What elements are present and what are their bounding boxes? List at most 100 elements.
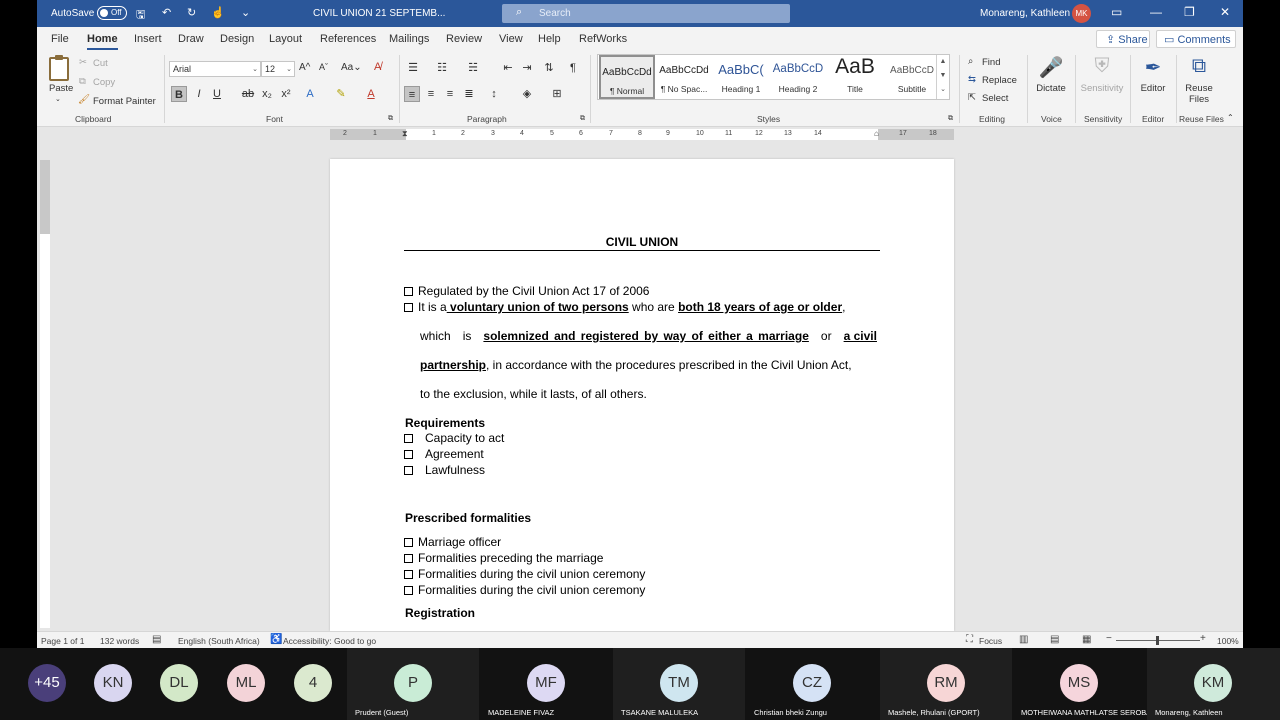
accessibility-icon[interactable]: ♿ [270,634,282,645]
shrink-font-icon[interactable]: Aˇ [319,62,328,72]
styles-scroll[interactable]: ▲ ▼ ⌄ [936,55,949,99]
align-left-icon[interactable]: ≡ [404,86,420,102]
font-color-icon[interactable]: A [363,86,379,102]
increase-indent-icon[interactable]: ⇥ [519,60,535,76]
tab-draw[interactable]: Draw [178,33,204,45]
right-indent-marker-icon[interactable]: ⌂ [874,129,879,138]
dictate-button[interactable]: 🎤 Dictate [1031,55,1071,94]
dialog-launcher-icon[interactable]: ⧉ [948,115,953,123]
reuse-files-button[interactable]: ⧉ Reuse Files [1179,55,1219,105]
search-box[interactable]: ⌕ Search [502,4,790,23]
language[interactable]: English (South Africa) [178,636,260,646]
focus-label[interactable]: Focus [979,636,1002,646]
sort-icon[interactable]: ⇅ [541,60,557,76]
font-size-box[interactable]: 12 ⌄ [261,61,295,77]
tab-file[interactable]: File [51,33,69,45]
chevron-down-icon[interactable]: ▼ [937,69,949,83]
replace-label[interactable]: Replace [982,75,1017,86]
shading-icon[interactable]: ◈ [519,86,535,102]
redo-icon[interactable]: ↻ [187,6,196,19]
proofing-icon[interactable]: ▤ [152,634,161,645]
subscript-icon[interactable]: x₂ [259,86,275,102]
style-heading-2[interactable]: AaBbCcD Heading 2 [770,55,826,99]
zoom-level[interactable]: 100% [1217,636,1239,646]
align-center-icon[interactable]: ≡ [423,86,439,102]
tab-help[interactable]: Help [538,33,561,45]
collapse-ribbon-icon[interactable]: ⌃ [1227,113,1234,122]
style-normal[interactable]: AaBbCcDd ¶ Normal [599,55,655,99]
comments-button[interactable]: ▭ Comments [1156,30,1236,48]
user-avatar[interactable]: MK [1072,4,1091,23]
participant-tile[interactable]: CZ Christian bheki Zungu [746,648,878,720]
save-icon[interactable]: 🖫 [136,6,145,25]
tab-layout[interactable]: Layout [269,33,302,45]
tab-mailings[interactable]: Mailings [389,33,429,45]
replace-icon[interactable]: ⇆ [968,74,976,85]
restore-icon[interactable]: ❐ [1184,5,1195,19]
tab-home[interactable]: Home [87,33,118,50]
tab-references[interactable]: References [320,33,376,45]
clear-formatting-icon[interactable]: A̸ [374,61,381,73]
multilevel-list-icon[interactable]: ☵ [465,60,481,76]
read-mode-icon[interactable]: ▥ [1019,634,1028,645]
vertical-ruler[interactable] [40,160,50,628]
more-styles-icon[interactable]: ⌄ [937,83,949,97]
participant-tile[interactable]: TM TSAKANE MALULEKA [613,648,745,720]
copy-label[interactable]: Copy [93,77,115,88]
copy-icon[interactable]: ⧉ [79,76,86,87]
participant-tile[interactable]: P Prudent (Guest) [347,648,479,720]
undo-icon[interactable]: ↶ [162,6,171,19]
participant-tile[interactable]: KN [80,648,146,720]
style-title[interactable]: AaB Title [827,55,883,99]
paste-label[interactable]: Paste [49,83,73,94]
customize-toolbar-icon[interactable]: ⌄ [241,6,250,19]
bullets-icon[interactable]: ☰ [405,60,421,76]
paste-icon[interactable] [49,55,69,81]
find-icon[interactable]: ⌕ [968,56,973,67]
tab-review[interactable]: Review [446,33,482,45]
touch-mode-icon[interactable]: ☝ [211,6,225,19]
align-right-icon[interactable]: ≡ [442,86,458,102]
participant-tile[interactable]: MS MOTHEIWANA MATHLATSE SEROBA [1013,648,1151,720]
editor-button[interactable]: ✒ Editor [1134,55,1172,94]
decrease-indent-icon[interactable]: ⇤ [500,60,516,76]
close-icon[interactable]: ✕ [1220,5,1230,19]
participant-tile[interactable]: KM Monareng, Kathleen [1147,648,1280,720]
change-case-icon[interactable]: Aa⌄ [341,62,362,73]
cut-label[interactable]: Cut [93,58,108,69]
zoom-in-icon[interactable]: + [1200,633,1206,644]
style-heading-1[interactable]: AaBbC( Heading 1 [713,55,769,99]
ribbon-display-icon[interactable]: ▭ [1111,5,1122,19]
tab-refworks[interactable]: RefWorks [579,33,627,45]
participant-tile[interactable]: MF MADELEINE FIVAZ [480,648,612,720]
select-label[interactable]: Select [982,93,1008,104]
numbering-icon[interactable]: ☷ [434,60,450,76]
dialog-launcher-icon[interactable]: ⧉ [388,115,393,123]
accessibility-status[interactable]: Accessibility: Good to go [283,636,376,646]
bold-icon[interactable]: B [171,86,187,102]
sensitivity-button[interactable]: ⛨ Sensitivity [1079,55,1125,94]
cut-icon[interactable]: ✂ [79,57,87,68]
print-layout-icon[interactable]: ▤ [1050,634,1059,645]
underline-icon[interactable]: U [209,86,225,102]
word-count[interactable]: 132 words [100,636,139,646]
minimize-icon[interactable]: — [1150,5,1162,19]
paste-dropdown-icon[interactable]: ⌄ [55,95,61,103]
focus-icon[interactable]: ⛶ [966,634,973,645]
strikethrough-icon[interactable]: ab [240,86,256,102]
dialog-launcher-icon[interactable]: ⧉ [580,115,585,123]
chevron-up-icon[interactable]: ▲ [937,55,949,69]
web-layout-icon[interactable]: ▦ [1082,634,1091,645]
text-effects-icon[interactable]: A [302,86,318,102]
font-name-box[interactable]: Arial ⌄ [169,61,261,77]
superscript-icon[interactable]: x² [278,86,294,102]
indent-marker-icon[interactable]: ⧗ [402,129,408,139]
participant-tile[interactable]: ML [213,648,279,720]
style-no-spacing[interactable]: AaBbCcDd ¶ No Spac... [656,55,712,99]
tab-design[interactable]: Design [220,33,254,45]
show-formatting-icon[interactable]: ¶ [565,60,581,76]
select-icon[interactable]: ⇱ [968,92,976,103]
style-subtitle[interactable]: AaBbCcD Subtitle [884,55,940,99]
tab-insert[interactable]: Insert [134,33,162,45]
highlight-icon[interactable]: ✎ [333,86,349,102]
